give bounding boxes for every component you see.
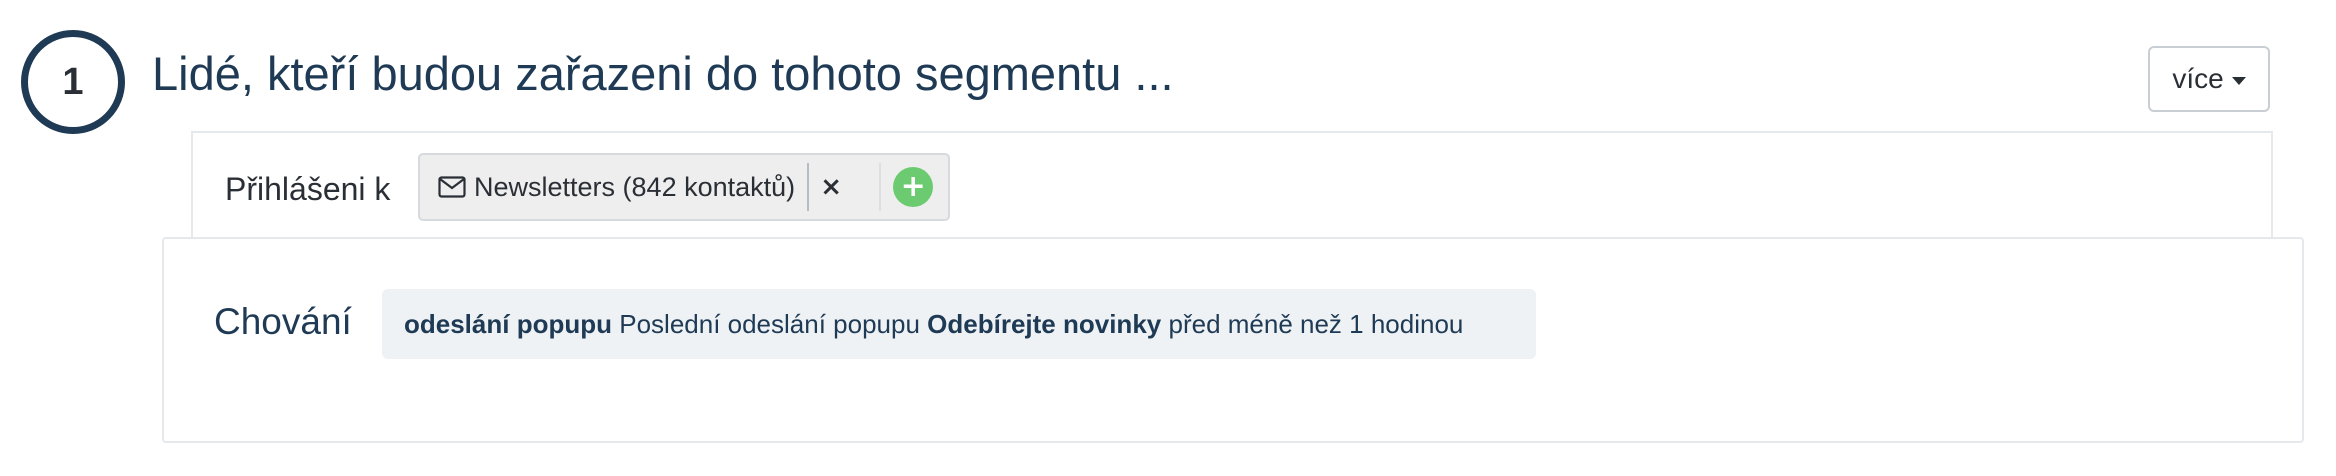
- subscription-label: Přihlášeni k: [225, 171, 391, 207]
- step-number-badge: 1: [21, 30, 125, 134]
- condition-event: odeslání popupu: [404, 308, 612, 339]
- segment-title: Lidé, kteří budou zařazeni do tohoto seg…: [152, 47, 1174, 100]
- subscription-condition-panel: Přihlášeni k Newsletters (842 kontaktů) …: [191, 131, 2273, 239]
- behavior-condition[interactable]: odeslání popupu Poslední odeslání popupu…: [382, 289, 1536, 359]
- condition-popup-name: Odebírejte novinky: [927, 308, 1162, 339]
- envelope-icon: [438, 176, 466, 198]
- condition-prefix: Poslední odeslání popupu: [619, 308, 920, 339]
- condition-timeframe: před méně než 1 hodinou: [1168, 308, 1464, 339]
- close-icon[interactable]: ×: [809, 161, 853, 213]
- list-tag-label: Newsletters (842 kontaktů): [474, 171, 796, 202]
- more-button-label: více: [2172, 63, 2224, 94]
- more-button[interactable]: více: [2148, 46, 2270, 112]
- list-select[interactable]: Newsletters (842 kontaktů) × +: [418, 153, 950, 221]
- list-tag: Newsletters (842 kontaktů): [420, 161, 810, 213]
- plus-circle-icon[interactable]: +: [893, 167, 934, 207]
- behavior-label: Chování: [214, 301, 352, 342]
- chevron-down-icon: [2231, 77, 2246, 85]
- step-number: 1: [62, 60, 84, 103]
- behavior-condition-panel: Chování odeslání popupu Poslední odeslán…: [162, 237, 2304, 443]
- select-divider: [879, 163, 882, 211]
